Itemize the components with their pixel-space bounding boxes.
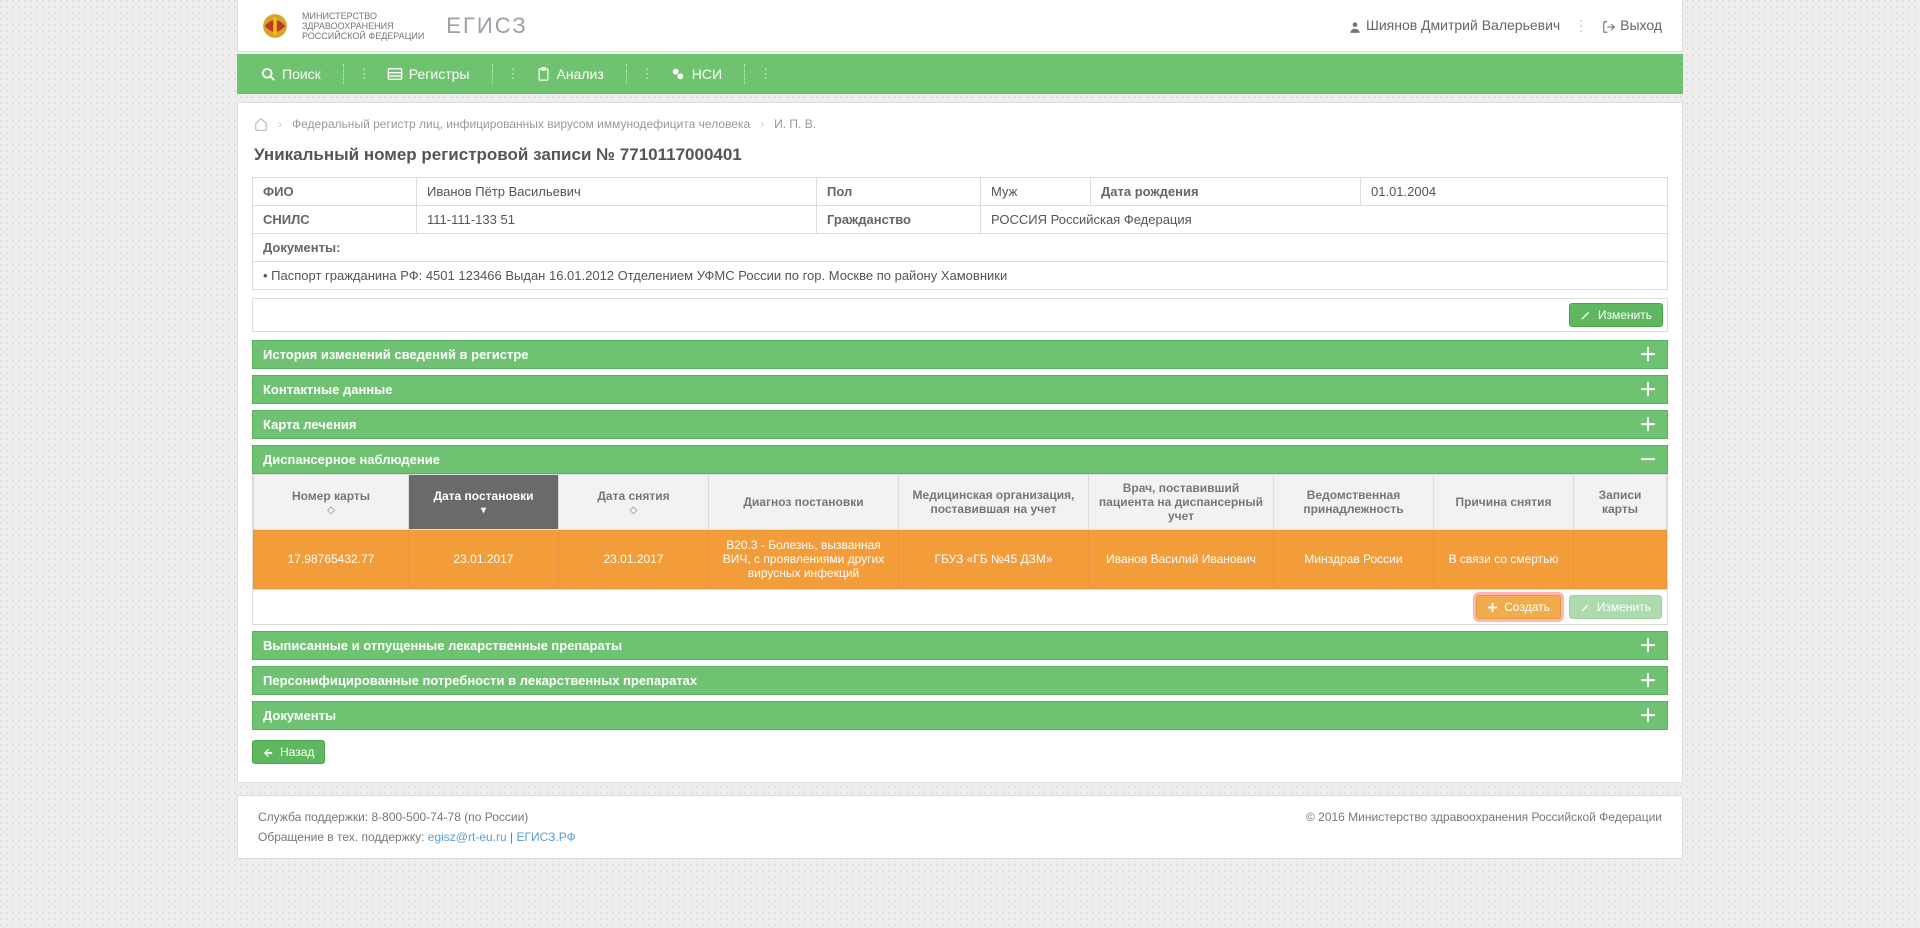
page-body: › Федеральный регистр лиц, инфицированны… <box>237 102 1683 783</box>
table-row[interactable]: 17.98765432.77 23.01.2017 23.01.2017 B20… <box>254 530 1667 589</box>
val-citizen: РОССИЯ Российская Федерация <box>981 206 1668 234</box>
support-site[interactable]: ЕГИСЗ.РФ <box>516 830 575 844</box>
section-documents[interactable]: Документы＋ <box>252 701 1668 730</box>
col-dept[interactable]: Ведомственная принадлежность <box>1274 475 1434 530</box>
plus-icon <box>1487 602 1498 613</box>
section-contacts[interactable]: Контактные данные＋ <box>252 375 1668 404</box>
brand-title: ЕГИСЗ <box>446 13 527 39</box>
nav-analysis[interactable]: Анализ <box>528 60 612 88</box>
support-email[interactable]: egisz@rt-eu.ru <box>428 830 507 844</box>
copyright: © 2016 Министерство здравоохранения Росс… <box>1306 810 1662 824</box>
pencil-icon <box>1580 309 1592 321</box>
support-phone: Служба поддержки: 8-800-500-74-78 (по Ро… <box>258 810 576 824</box>
col-doctor[interactable]: Врач, поставивший пациента на диспансерн… <box>1089 475 1274 530</box>
page-title: Уникальный номер регистровой записи № 77… <box>254 145 1668 165</box>
edit-button[interactable]: Изменить <box>1569 303 1663 327</box>
logout-link[interactable]: Выход <box>1602 17 1662 33</box>
home-icon[interactable] <box>254 117 268 131</box>
col-records[interactable]: Записи карты <box>1574 475 1667 530</box>
kebab-icon[interactable]: ⋮ <box>1574 17 1588 34</box>
breadcrumb: › Федеральный регистр лиц, инфицированны… <box>254 117 1668 131</box>
expand-icon: ＋ <box>1639 418 1657 432</box>
emblem-icon <box>258 9 292 43</box>
label-documents: Документы: <box>253 234 1668 262</box>
val-document: • Паспорт гражданина РФ: 4501 123466 Выд… <box>253 262 1668 290</box>
col-card-no[interactable]: Номер карты◇ <box>254 475 409 530</box>
val-fio: Иванов Пётр Васильевич <box>417 178 817 206</box>
dispanser-actions: Создать Изменить <box>252 590 1668 625</box>
logout-icon <box>1602 20 1616 34</box>
section-treatment[interactable]: Карта лечения＋ <box>252 410 1668 439</box>
nav-search[interactable]: Поиск <box>253 60 329 88</box>
user-icon <box>1348 20 1362 34</box>
create-button[interactable]: Создать <box>1476 595 1561 619</box>
expand-icon: ＋ <box>1639 709 1657 723</box>
col-date-on[interactable]: Дата постановки▾ <box>409 475 559 530</box>
expand-icon: ＋ <box>1639 639 1657 653</box>
list-icon <box>387 67 403 81</box>
col-reason[interactable]: Причина снятия <box>1434 475 1574 530</box>
dispanser-table-wrap: Номер карты◇ Дата постановки▾ Дата сняти… <box>252 474 1668 590</box>
pencil-icon <box>1580 602 1591 613</box>
section-history[interactable]: История изменений сведений в регистре＋ <box>252 340 1668 369</box>
col-diagnosis[interactable]: Диагноз постановки <box>709 475 899 530</box>
back-button[interactable]: Назад <box>252 740 325 764</box>
main-nav: Поиск ⋮ Регистры ⋮ Анализ ⋮ НСИ ⋮ <box>237 54 1683 94</box>
val-sex: Муж <box>981 178 1091 206</box>
gears-icon <box>670 67 686 81</box>
clipboard-icon <box>536 67 551 82</box>
expand-icon: ＋ <box>1639 674 1657 688</box>
expand-icon: ＋ <box>1639 348 1657 362</box>
arrow-left-icon <box>263 747 274 758</box>
crumb-registry[interactable]: Федеральный регистр лиц, инфицированных … <box>292 117 750 131</box>
val-dob: 01.01.2004 <box>1361 178 1668 206</box>
edit-row-button[interactable]: Изменить <box>1569 595 1662 619</box>
label-dob: Дата рождения <box>1091 178 1361 206</box>
label-citizen: Гражданство <box>817 206 981 234</box>
nav-registers[interactable]: Регистры <box>379 60 478 88</box>
col-org[interactable]: Медицинская организация, поставившая на … <box>899 475 1089 530</box>
expand-icon: ＋ <box>1639 383 1657 397</box>
dispanser-table: Номер карты◇ Дата постановки▾ Дата сняти… <box>253 474 1667 589</box>
crumb-current: И. П. В. <box>774 117 816 131</box>
label-fio: ФИО <box>253 178 417 206</box>
ministry-label: МИНИСТЕРСТВО ЗДРАВООХРАНЕНИЯ РОССИЙСКОЙ … <box>302 11 424 41</box>
footer: Служба поддержки: 8-800-500-74-78 (по Ро… <box>237 795 1683 859</box>
search-icon <box>261 67 276 82</box>
sort-desc-icon: ▾ <box>415 505 552 516</box>
nav-nsi[interactable]: НСИ <box>662 60 730 88</box>
top-bar: МИНИСТЕРСТВО ЗДРАВООХРАНЕНИЯ РОССИЙСКОЙ … <box>237 0 1683 52</box>
label-snils: СНИЛС <box>253 206 417 234</box>
summary-table: ФИО Иванов Пётр Васильевич Пол Муж Дата … <box>252 177 1668 290</box>
edit-bar: Изменить <box>252 298 1668 332</box>
section-drugs-need[interactable]: Персонифицированные потребности в лекарс… <box>252 666 1668 695</box>
section-drugs-out[interactable]: Выписанные и отпущенные лекарственные пр… <box>252 631 1668 660</box>
label-sex: Пол <box>817 178 981 206</box>
section-dispanser[interactable]: Диспансерное наблюдение－ <box>252 445 1668 474</box>
val-snils: 111-111-133 51 <box>417 206 817 234</box>
user-menu[interactable]: Шиянов Дмитрий Валерьевич <box>1348 17 1560 33</box>
collapse-icon: － <box>1639 453 1657 467</box>
col-date-off[interactable]: Дата снятия◇ <box>559 475 709 530</box>
